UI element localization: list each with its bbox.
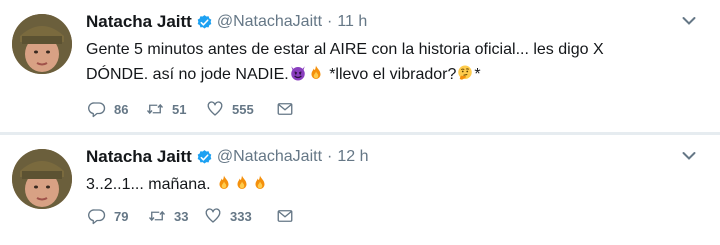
avatar-photo-icon	[12, 14, 72, 74]
avatar-photo-icon	[12, 149, 72, 209]
tweet[interactable]: Natacha Jaitt @NatachaJaitt · 12 h 3..2.…	[0, 135, 720, 245]
envelope-icon	[277, 103, 293, 115]
reply-icon	[88, 209, 106, 225]
like-count: 333	[230, 208, 252, 224]
reply-count: 86	[114, 101, 129, 117]
reply-count: 79	[114, 208, 129, 224]
smiling-devil-icon	[291, 66, 305, 81]
direct-message-button[interactable]	[276, 207, 294, 225]
heart-icon	[207, 101, 223, 116]
separator-dot: ·	[327, 148, 333, 165]
tweet-header: Natacha Jaitt @NatachaJaitt · 11 h	[86, 10, 367, 34]
direct-message-button[interactable]	[276, 100, 294, 118]
tweet-header: Natacha Jaitt @NatachaJaitt · 12 h	[86, 145, 368, 169]
heart-icon	[205, 208, 221, 223]
like-count: 555	[232, 101, 254, 117]
tweet-actions: 79 33 333	[88, 207, 294, 225]
reply-button[interactable]: 86	[88, 100, 146, 118]
tweet-text-line: DÓNDE. así no jode NADIE.	[86, 66, 289, 83]
fire-icon	[237, 175, 247, 189]
retweet-button[interactable]: 51	[146, 100, 206, 118]
retweet-icon	[146, 103, 164, 115]
fire-icon	[219, 175, 229, 189]
like-button[interactable]: 333	[204, 207, 276, 225]
reply-button[interactable]: 79	[88, 207, 148, 225]
timeline: Natacha Jaitt @NatachaJaitt · 11 h Gente…	[0, 0, 720, 245]
tweet-text-line: Gente 5 minutos antes de estar al AIRE c…	[86, 41, 604, 58]
verified-badge-icon	[197, 149, 212, 164]
tweet-text-line: 3..2..1... mañana.	[86, 176, 211, 193]
verified-badge-icon	[197, 14, 212, 29]
thinking-face-icon	[458, 65, 473, 80]
fire-icon	[311, 65, 321, 79]
timestamp[interactable]: 11 h	[337, 13, 367, 31]
retweet-count: 33	[174, 208, 189, 224]
retweet-icon	[148, 210, 166, 222]
envelope-icon	[277, 210, 293, 222]
tweet-text: 3..2..1... mañana.	[86, 172, 686, 197]
fire-icon	[255, 175, 265, 189]
display-name[interactable]: Natacha Jaitt	[86, 12, 192, 32]
retweet-count: 51	[172, 101, 187, 117]
reply-icon	[88, 102, 106, 118]
chevron-down-icon[interactable]	[682, 151, 696, 161]
tweet-text-line: *llevo el vibrador?	[324, 66, 457, 83]
tweet-text: Gente 5 minutos antes de estar al AIRE c…	[86, 37, 686, 87]
tweet[interactable]: Natacha Jaitt @NatachaJaitt · 11 h Gente…	[0, 0, 720, 133]
timestamp[interactable]: 12 h	[337, 148, 368, 166]
avatar[interactable]	[12, 149, 72, 209]
retweet-button[interactable]: 33	[148, 207, 204, 225]
handle[interactable]: @NatachaJaitt	[217, 148, 322, 166]
tweet-text-line: *	[474, 66, 481, 83]
display-name[interactable]: Natacha Jaitt	[86, 147, 192, 167]
tweet-actions: 86 51 555	[88, 100, 294, 118]
separator-dot: ·	[327, 13, 333, 30]
handle[interactable]: @NatachaJaitt	[217, 13, 322, 31]
avatar[interactable]	[12, 14, 72, 74]
like-button[interactable]: 555	[206, 100, 276, 118]
chevron-down-icon[interactable]	[682, 16, 696, 26]
